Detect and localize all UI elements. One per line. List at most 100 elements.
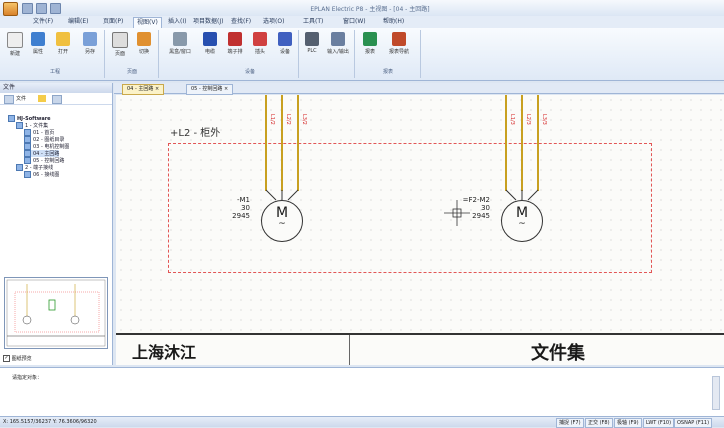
tab-document[interactable]: 05 - 控制回路 ×	[186, 84, 234, 95]
blackbox-icon	[173, 32, 187, 46]
scrollbar[interactable]	[712, 376, 720, 410]
tab-options[interactable]: 选项(O)	[260, 17, 287, 27]
tab-view[interactable]: 视图(V)	[133, 17, 162, 28]
title-block-divider	[349, 335, 350, 365]
tab-edit[interactable]: 编辑(E)	[65, 17, 91, 27]
tab-project-data[interactable]: 项目数据(J)	[190, 17, 226, 27]
report-nav-button[interactable]: 报表导航	[384, 32, 414, 55]
motor-designation: -M1	[236, 196, 250, 204]
tree-item[interactable]: HJ-Software	[8, 115, 51, 122]
tree-item[interactable]: 02 - 图纸目录	[24, 136, 64, 143]
tab-find[interactable]: 查找(F)	[228, 17, 254, 27]
page-icon	[24, 157, 31, 164]
plug-button[interactable]: 插头	[250, 32, 270, 55]
page-button[interactable]: 页面	[110, 32, 130, 57]
snap-toggle[interactable]: 捕捉 (F7)	[556, 418, 584, 428]
preview-checkbox-row[interactable]: ✓ 图纸预览	[3, 355, 32, 362]
tab-window[interactable]: 窗口(W)	[340, 17, 369, 27]
wire-l1[interactable]	[505, 95, 507, 191]
document-name: 文件集	[531, 343, 585, 364]
tree-view-icon[interactable]	[4, 95, 14, 104]
switch-button[interactable]: 切换	[134, 32, 154, 55]
polar-toggle[interactable]: 极轴 (F9)	[614, 418, 642, 428]
page-preview	[4, 277, 108, 349]
save-icon[interactable]	[22, 3, 33, 14]
window-title: EPLAN Electric P8 - 主视图 - [04 - 主回路]	[310, 6, 430, 13]
wire-l3[interactable]	[537, 95, 539, 191]
group-label: 报表	[382, 69, 393, 75]
blackbox-button[interactable]: 黑盒/窗口	[165, 32, 195, 55]
group-label: 设备	[244, 69, 255, 75]
wire-l2[interactable]	[281, 95, 283, 191]
plc-button[interactable]: PLC	[302, 32, 322, 54]
report-icon	[363, 32, 377, 46]
tab-tools[interactable]: 工具(T)	[300, 17, 326, 27]
checkbox-checked-icon[interactable]: ✓	[3, 355, 10, 362]
wire-tag: L2/3	[525, 114, 531, 125]
device-icon	[278, 32, 292, 46]
tree-item[interactable]: 06 - 接线图	[24, 171, 59, 178]
folder-icon	[16, 122, 23, 129]
command-line[interactable]: 请指定对象：	[0, 367, 724, 417]
osnap-toggle[interactable]: OSNAP (F11)	[674, 418, 713, 428]
tab-insert[interactable]: 插入(I)	[165, 17, 189, 27]
tab-file[interactable]: 文件(F)	[30, 17, 56, 27]
ac-tilde: ~	[278, 219, 286, 229]
properties-button[interactable]: 属性	[28, 32, 48, 55]
panel-toolbar: 文件	[0, 93, 112, 105]
tab-help[interactable]: 帮助(H)	[380, 17, 407, 27]
io-button[interactable]: 输入/输出	[326, 32, 350, 55]
motor-symbol[interactable]: M ~	[501, 200, 543, 242]
app-logo-icon[interactable]	[3, 2, 18, 16]
help-icon[interactable]	[52, 95, 62, 104]
command-prompt: 请指定对象：	[12, 375, 43, 381]
report-nav-icon	[392, 32, 406, 46]
ortho-toggle[interactable]: 正交 (F8)	[585, 418, 613, 428]
tree-item[interactable]: 2 - 端子接线	[16, 164, 53, 171]
wire-tag: L3/3	[541, 114, 547, 125]
tree-item[interactable]: 04 - 主回路	[24, 150, 60, 157]
tree-item[interactable]: 01 - 首页	[24, 129, 54, 136]
new-button[interactable]: 新建	[5, 32, 25, 57]
switch-icon	[137, 32, 151, 46]
preview-thumbnail	[6, 279, 106, 347]
terminal-icon	[228, 32, 242, 46]
motor-label: -M1 30 2945	[220, 196, 250, 220]
redo-icon[interactable]	[50, 3, 61, 14]
wire-l3[interactable]	[297, 95, 299, 191]
save-as-button[interactable]: 另存	[80, 32, 100, 55]
wire-l1[interactable]	[265, 95, 267, 191]
ribbon: 新建 属性 打开 另存 页面 切换 黑盒/窗口 电缆 端子排 插头 设备 PLC…	[0, 28, 724, 81]
folder-icon	[16, 164, 23, 171]
tree-item[interactable]: 03 - 电机控制图	[24, 143, 69, 150]
tree-item[interactable]: 05 - 控制回路	[24, 157, 64, 164]
plc-icon	[305, 32, 319, 46]
undo-icon[interactable]	[36, 3, 47, 14]
wire-tag: L1/3	[509, 114, 515, 125]
report-button[interactable]: 报表	[360, 32, 380, 55]
title-bar: EPLAN Electric P8 - 主视图 - [04 - 主回路]	[0, 0, 724, 16]
motor-value: 2945	[232, 212, 250, 220]
lwt-toggle[interactable]: LWT (F10)	[643, 418, 675, 428]
info-icon	[31, 32, 45, 46]
star-icon[interactable]	[38, 95, 46, 102]
wire-l2[interactable]	[521, 95, 523, 191]
page-icon	[112, 32, 128, 48]
group-label: 页面	[126, 69, 137, 75]
company-name: 上海沐江	[132, 343, 197, 362]
page-icon	[24, 136, 31, 143]
motor-symbol[interactable]: M ~	[261, 200, 303, 242]
crosshair-cursor-icon	[444, 200, 470, 226]
new-icon	[7, 32, 23, 48]
tab-document-active[interactable]: 04 - 主回路 ×	[122, 84, 165, 95]
tree-item[interactable]: 1 - 文件集	[16, 122, 48, 129]
filter-label[interactable]: 文件	[16, 95, 26, 102]
device-button[interactable]: 设备	[275, 32, 295, 55]
quick-access-toolbar	[22, 3, 61, 14]
terminal-strip-button[interactable]: 端子排	[225, 32, 245, 55]
wire-tag: L2/2	[285, 114, 291, 125]
open-button[interactable]: 打开	[53, 32, 73, 55]
cursor-coordinates: X: 165.5157/36237 Y: 76.3606/96320	[3, 419, 97, 425]
cable-button[interactable]: 电缆	[200, 32, 220, 55]
tab-page[interactable]: 页面(P)	[100, 17, 126, 27]
